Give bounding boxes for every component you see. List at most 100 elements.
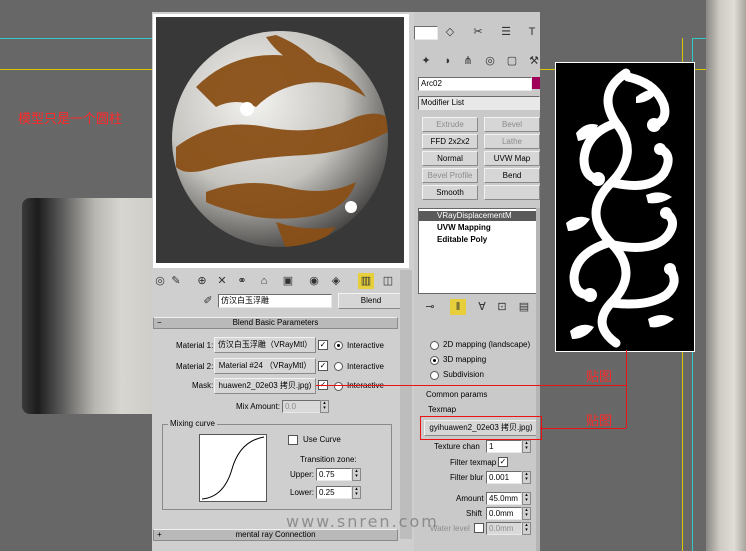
hierarchy-tab-icon[interactable]: ⋔ — [460, 53, 476, 69]
texture-chan-spinner[interactable]: ▴ ▾ — [522, 440, 531, 453]
material-sample-slot[interactable] — [153, 14, 409, 268]
configure-sets-icon[interactable]: ▤ — [516, 299, 532, 315]
rollout-expand-icon: + — [157, 530, 162, 539]
stack-item-vraydisplacement[interactable]: VRayDisplacementM — [419, 211, 539, 221]
filter-texmap-checkbox[interactable]: ✓ — [498, 457, 508, 467]
amount-field[interactable]: 45.0mm — [486, 492, 522, 505]
show-end-result-icon[interactable]: ◈ — [328, 273, 344, 289]
command-panel-tabs: ✦ ◗ ⋔ ◎ ▢ ⚒ — [414, 50, 540, 72]
water-level-spinner[interactable]: ▴ ▾ — [522, 522, 531, 535]
eyedropper-icon[interactable]: ✐ — [200, 293, 216, 309]
modifier-button[interactable]: Lathe — [484, 134, 540, 149]
make-unique-icon[interactable]: ⚭ — [234, 273, 250, 289]
modifier-button[interactable]: Bevel — [484, 117, 540, 132]
material-2-button[interactable]: Material #24 （VRayMtl） — [214, 358, 316, 374]
assign-to-selection-icon[interactable]: ⊕ — [194, 273, 210, 289]
mask-interactive-radio[interactable] — [334, 382, 343, 391]
rollout-title: mental ray Connection — [235, 530, 316, 539]
material-1-button[interactable]: 仿汉白玉浮雕（VRayMtl） — [214, 337, 316, 353]
make-unique-icon[interactable]: ∀ — [474, 299, 490, 315]
material-2-label: Material 2: — [176, 362, 214, 371]
mapping-3d-radio[interactable] — [430, 356, 439, 365]
modifier-list-dropdown[interactable]: Modifier List — [418, 96, 540, 110]
material-1-interactive-radio[interactable] — [334, 341, 343, 350]
edit-named-selection-icon[interactable]: ✂ — [470, 24, 486, 40]
modifier-button[interactable]: Bend — [484, 168, 540, 183]
filter-blur-field[interactable]: 0.001 — [486, 471, 522, 484]
modifier-button[interactable]: UVW Map — [484, 151, 540, 166]
material-type-button[interactable]: Blend — [338, 293, 404, 309]
material-name-dropdown[interactable]: 仿汉白玉浮雕 — [218, 294, 332, 308]
put-to-library-icon[interactable]: ⌂ — [256, 273, 272, 289]
stack-item-label: UVW Mapping — [437, 223, 491, 232]
utilities-tab-icon[interactable]: ⚒ — [526, 53, 542, 69]
annotation-connector-line — [540, 428, 626, 429]
mask-label: Mask: — [192, 381, 214, 390]
modifier-button[interactable]: Bevel Profile — [422, 168, 478, 183]
tool-icon[interactable]: T — [524, 24, 540, 40]
water-level-field[interactable]: 0.0mm — [486, 522, 522, 535]
cylinder-model[interactable] — [22, 198, 154, 414]
mask-map-button[interactable]: huawen2_02e03 拷贝.jpg) — [214, 378, 316, 394]
get-material-icon[interactable]: ◎ — [152, 273, 168, 289]
blend-basic-parameters-rollout[interactable]: − Blend Basic Parameters — [153, 317, 398, 329]
material-editor-scrollbar[interactable] — [400, 270, 412, 539]
lower-field[interactable]: 0.25 — [316, 486, 352, 499]
use-curve-checkbox[interactable] — [288, 435, 298, 445]
remove-modifier-icon[interactable]: ⊡ — [494, 299, 510, 315]
lower-spinner[interactable]: ▴ ▾ — [352, 486, 361, 499]
shift-field[interactable]: 0.0mm — [486, 507, 522, 520]
filter-blur-spinner[interactable]: ▴ ▾ — [522, 471, 531, 484]
modify-tab-icon[interactable]: ◗ — [440, 53, 456, 69]
layer-manager-icon[interactable]: ☰ — [498, 24, 514, 40]
modifier-button[interactable]: FFD 2x2x2 — [422, 134, 478, 149]
cylinder-model-right[interactable] — [706, 0, 746, 551]
command-panel-dropdown[interactable] — [414, 26, 438, 40]
display-tab-icon[interactable]: ▢ — [504, 53, 520, 69]
map-label-upper: 贴图 — [586, 369, 613, 384]
modifier-button[interactable]: Smooth — [422, 185, 478, 200]
command-panel-scrollbar[interactable] — [536, 208, 540, 551]
modifier-button[interactable]: Extrude — [422, 117, 478, 132]
mapping-subdivision-radio[interactable] — [430, 371, 439, 380]
amount-spinner[interactable]: ▴ ▾ — [522, 492, 531, 505]
transition-zone-label: Transition zone: — [300, 455, 357, 464]
shift-spinner[interactable]: ▴ ▾ — [522, 507, 531, 520]
show-end-result-icon[interactable]: ‖ — [450, 299, 466, 315]
viewport-guide-line — [0, 38, 152, 39]
material-editor-toolbar: ◎ ✎ ⊕ ✕ ⚭ ⌂ ▣ ◉ ◈ ▥ ◫ — [152, 271, 414, 291]
modifier-button[interactable] — [484, 185, 540, 200]
go-to-parent-icon[interactable]: ▥ — [358, 273, 374, 289]
object-name-field[interactable]: Arc02 — [418, 77, 532, 91]
upper-field[interactable]: 0.75 — [316, 468, 352, 481]
stack-item-uvw-mapping[interactable]: UVW Mapping — [419, 223, 539, 233]
delete-icon[interactable]: ✕ — [214, 273, 230, 289]
modifier-button[interactable]: Normal — [422, 151, 478, 166]
object-color-swatch[interactable] — [532, 77, 540, 89]
modifier-stack: VRayDisplacementM UVW Mapping Editable P… — [418, 208, 540, 294]
amount-label: Amount — [456, 494, 484, 503]
upper-spinner[interactable]: ▴ ▾ — [352, 468, 361, 481]
texture-chan-field[interactable]: 1 — [486, 440, 522, 453]
create-tab-icon[interactable]: ✦ — [418, 53, 434, 69]
motion-tab-icon[interactable]: ◎ — [482, 53, 498, 69]
mapping-2d-radio[interactable] — [430, 341, 439, 350]
material-id-icon[interactable]: ▣ — [280, 273, 296, 289]
mix-amount-spinner[interactable]: ▴ ▾ — [320, 400, 329, 413]
mapping-subdivision-label: Subdivision — [443, 370, 484, 379]
lower-label: Lower: — [290, 488, 315, 497]
material-2-checkbox[interactable]: ✓ — [318, 361, 328, 371]
material-2-interactive-radio[interactable] — [334, 362, 343, 371]
stack-item-editable-poly[interactable]: Editable Poly — [419, 235, 539, 245]
stack-item-label: Editable Poly — [437, 235, 488, 244]
mix-amount-field[interactable]: 0.0 — [282, 400, 322, 413]
material-1-checkbox[interactable]: ✓ — [318, 340, 328, 350]
isolate-icon[interactable]: ◇ — [442, 24, 458, 40]
water-level-checkbox[interactable] — [474, 523, 484, 533]
texmap-highlight-box — [420, 416, 542, 440]
pin-stack-icon[interactable]: ⊸ — [422, 299, 438, 315]
go-to-sibling-icon[interactable]: ◫ — [380, 273, 396, 289]
use-curve-label: Use Curve — [303, 435, 341, 444]
put-to-scene-icon[interactable]: ✎ — [168, 273, 184, 289]
show-map-icon[interactable]: ◉ — [306, 273, 322, 289]
